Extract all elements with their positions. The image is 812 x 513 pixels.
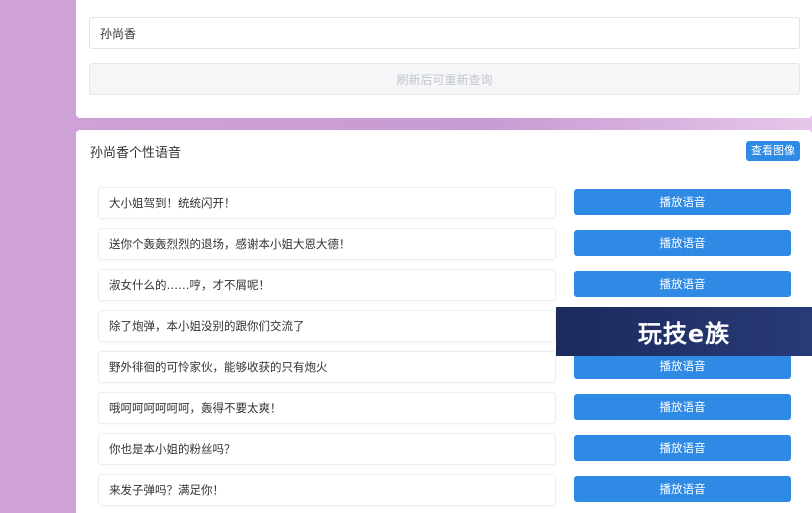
view-image-button[interactable]: 查看图像 xyxy=(746,141,800,161)
voice-row: 你也是本小姐的粉丝吗？ 播放语音 xyxy=(76,433,812,467)
voice-row: 大小姐驾到！统统闪开！ 播放语音 xyxy=(76,187,812,221)
play-voice-button[interactable]: 播放语音 xyxy=(574,435,791,461)
voice-line-text: 送你个轰轰烈烈的退场，感谢本小姐大恩大德！ xyxy=(98,228,556,260)
voice-line-text: 你也是本小姐的粉丝吗？ xyxy=(98,433,556,465)
search-card: 刷新后可重新查询 xyxy=(76,0,812,118)
play-voice-button[interactable]: 播放语音 xyxy=(574,476,791,502)
play-voice-button[interactable]: 播放语音 xyxy=(574,271,791,297)
play-voice-button[interactable]: 播放语音 xyxy=(574,230,791,256)
card-title: 孙尚香个性语音 xyxy=(90,146,182,161)
play-voice-button[interactable]: 播放语音 xyxy=(574,189,791,215)
watermark-logo: 玩技e族 xyxy=(556,307,812,356)
voice-row: 哦呵呵呵呵呵呵，轰得不要太爽！ 播放语音 xyxy=(76,392,812,426)
voice-row: 来发子弹吗？满足你！ 播放语音 xyxy=(76,474,812,508)
voice-line-text: 来发子弹吗？满足你！ xyxy=(98,474,556,506)
voice-row: 淑女什么的……哼，才不屑呢！ 播放语音 xyxy=(76,269,812,303)
refresh-query-button[interactable]: 刷新后可重新查询 xyxy=(89,63,800,95)
voice-line-text: 淑女什么的……哼，才不屑呢！ xyxy=(98,269,556,301)
voice-row: 送你个轰轰烈烈的退场，感谢本小姐大恩大德！ 播放语音 xyxy=(76,228,812,262)
play-voice-button[interactable]: 播放语音 xyxy=(574,353,791,379)
voice-row: 野外徘徊的可怜家伙，能够收获的只有炮火 播放语音 xyxy=(76,351,812,385)
search-input[interactable] xyxy=(89,17,800,49)
voice-line-text: 哦呵呵呵呵呵呵，轰得不要太爽！ xyxy=(98,392,556,424)
voice-line-text: 野外徘徊的可怜家伙，能够收获的只有炮火 xyxy=(98,351,556,383)
voice-line-text: 大小姐驾到！统统闪开！ xyxy=(98,187,556,219)
voice-line-text: 除了炮弹，本小姐没别的跟你们交流了 xyxy=(98,310,556,342)
play-voice-button[interactable]: 播放语音 xyxy=(574,394,791,420)
